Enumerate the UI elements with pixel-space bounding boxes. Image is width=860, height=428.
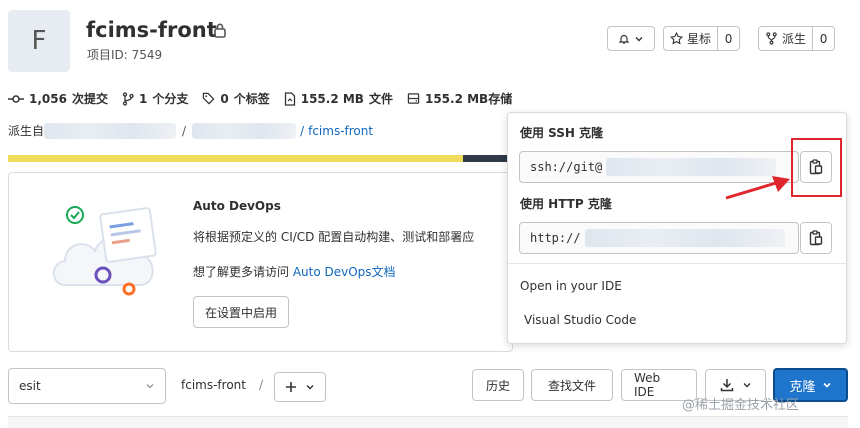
files-size: 155.2 MB [300,91,364,106]
enable-in-settings-button[interactable]: 在设置中启用 [193,296,290,328]
star-label: 星标 [687,32,712,46]
star-button[interactable]: 星标 [664,27,717,50]
storage-icon [407,93,420,104]
path-separator: / [259,378,264,392]
devops-title: Auto DevOps [193,199,281,213]
tags-count: 0 [220,91,229,106]
auto-devops-banner: Auto DevOps 将根据预定义的 CI/CD 配置自动构建、测试和部署应 … [8,172,513,352]
ssh-clone-label: 使用 SSH 克隆 [520,126,604,140]
redacted-group [192,122,297,139]
vscode-option[interactable]: Visual Studio Code [524,313,636,327]
commits-stat[interactable]: 1,056 次提交 [8,90,108,107]
fork-count[interactable]: 0 [812,27,834,50]
ssh-url-text: ssh://git@ [530,160,603,174]
forked-repo-link[interactable]: fcims-front [308,124,373,138]
ide-heading: Open in your IDE [520,279,622,293]
project-stats: 1,056 次提交 1 个分支 0 个标签 155.2 MB 文件 155.2 … [8,90,512,107]
devops-description: 将根据预定义的 CI/CD 配置自动构建、测试和部署应 [193,230,475,244]
branch-icon [122,91,134,106]
file-icon [284,91,295,106]
forked-prefix: 派生自 [8,124,45,138]
project-id: 项目ID: 7549 [87,48,163,62]
http-url-input[interactable]: http:// [519,222,799,254]
annotation-arrow [725,176,790,200]
forked-from: 派生自 / / fcims-front [8,122,373,139]
clone-button-label: 克隆 [789,379,816,395]
chevron-down-icon [306,385,314,390]
fork-button-group[interactable]: 派生 0 [758,26,836,51]
copy-http-url-button[interactable] [800,222,832,254]
forked-separator: / [182,123,187,138]
history-button[interactable]: 历史 [472,369,524,401]
branch-select-value: esit [19,379,41,393]
branches-label: 个分支 [152,92,189,106]
tags-stat[interactable]: 0 个标签 [202,90,270,107]
tag-icon [203,92,215,105]
chevron-down-icon [743,383,750,388]
download-icon [720,379,733,392]
star-icon [670,32,683,45]
branches-count: 1 [138,91,148,106]
clone-dropdown: 使用 SSH 克隆 ssh://git@ 使用 HTTP 克隆 http:// … [507,112,847,344]
lock-icon [214,23,226,38]
branches-stat[interactable]: 1 个分支 [122,90,188,107]
plus-icon [286,382,296,392]
tags-label: 个标签 [233,92,270,106]
clipboard-icon [809,159,823,175]
http-url-text: http:// [530,231,581,245]
fork-button[interactable]: 派生 [759,27,812,50]
add-file-dropdown-button[interactable] [274,372,326,402]
notification-button[interactable] [607,26,655,51]
commits-label: 次提交 [71,92,108,106]
project-avatar: F [8,10,70,72]
path-breadcrumb-root[interactable]: fcims-front [181,378,246,392]
storage-stat[interactable]: 155.2 MB 存储 [407,90,512,107]
chevron-down-icon [635,36,643,41]
project-title: fcims-front [86,18,217,42]
devops-docs-link[interactable]: Auto DevOps文档 [293,265,396,279]
language-bar-javascript [8,155,463,162]
find-file-button[interactable]: 查找文件 [531,369,613,401]
clipboard-icon [809,230,823,246]
devops-more: 想了解更多请访问 Auto DevOps文档 [193,263,396,280]
files-stat[interactable]: 155.2 MB 文件 [284,90,393,107]
devops-illustration [52,206,157,296]
fork-label: 派生 [782,32,807,46]
chevron-down-icon [822,382,831,388]
storage-size: 155.2 MB [424,91,489,106]
language-bar-other [463,155,513,162]
branch-select[interactable]: esit [8,368,166,404]
commit-icon [8,94,24,103]
bell-icon [618,34,630,44]
chevron-down-icon [146,384,154,389]
storage-label: 存储 [488,92,513,106]
files-label: 文件 [368,92,393,106]
http-clone-label: 使用 HTTP 克隆 [520,197,612,211]
commits-count: 1,056 [29,91,67,106]
dropdown-divider [508,263,846,264]
file-list-header [8,416,848,428]
devops-more-prefix: 想了解更多请访问 [193,265,293,279]
redacted-http-host [584,229,785,247]
star-count[interactable]: 0 [717,27,739,50]
forked-separator-2: / [300,123,305,138]
copy-ssh-url-button[interactable] [800,151,832,183]
watermark: @稀土掘金技术社区 [682,398,800,413]
redacted-namespace [44,122,177,139]
fork-icon [766,32,777,45]
star-button-group[interactable]: 星标 0 [663,26,741,51]
